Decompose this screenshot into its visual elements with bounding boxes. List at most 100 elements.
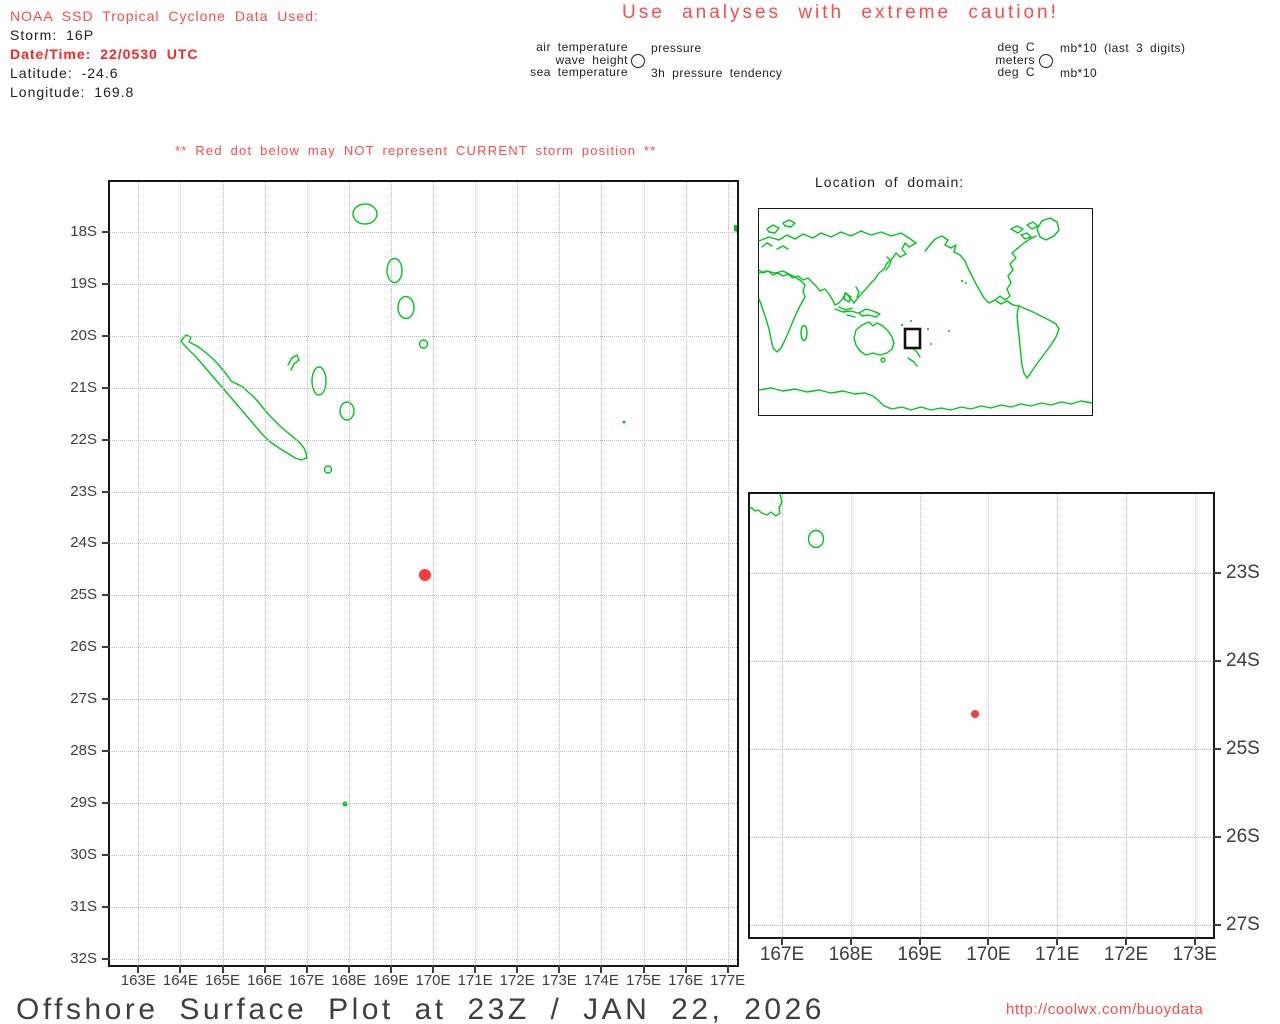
x-axis-tick-label: 170E: [415, 972, 451, 989]
latitude-gridline: [110, 543, 737, 544]
new-zealand-coastline: [908, 348, 920, 366]
latitude-gridline: [750, 661, 1213, 662]
latitude-gridline: [110, 855, 737, 856]
x-axis-tick-label: 171E: [457, 972, 493, 989]
source-url-link[interactable]: http://coolwx.com/buoydata: [1006, 1001, 1203, 1018]
ile-des-pins-island: [325, 466, 332, 473]
zoom-inset-map: 167E168E169E170E171E172E173E23S24S25S26S…: [748, 492, 1215, 939]
longitude-gridline: [782, 494, 783, 937]
caution-headline: Use analyses with extreme caution!: [622, 2, 1059, 24]
y-axis-tick: [1213, 572, 1221, 574]
latitude-gridline: [110, 803, 737, 804]
asia-south-coastline: [759, 270, 854, 305]
y-axis-tick: [102, 439, 110, 441]
y-axis-tick-label: 18S: [70, 223, 97, 240]
loyalty-island-ouvea: [288, 355, 299, 370]
eurasia-north-coastline: [759, 231, 916, 243]
x-axis-tick-label: 170E: [962, 944, 1014, 966]
x-axis-tick-label: 167E: [756, 944, 808, 966]
offshore-surface-plot-screen: NOAA SSD Tropical Cyclone Data Used: Sto…: [0, 0, 1280, 1024]
y-axis-tick-label: 26S: [70, 638, 97, 655]
y-axis-tick: [102, 906, 110, 908]
y-axis-tick: [1213, 660, 1221, 662]
units-mb10: mb*10: [1060, 66, 1097, 80]
loyalty-island-lifou: [312, 367, 326, 395]
latitude-gridline: [750, 573, 1213, 574]
new-caledonia-coastline: [181, 335, 307, 460]
x-axis-tick-label: 173E: [1169, 944, 1221, 966]
x-axis-tick-label: 172E: [1100, 944, 1152, 966]
new-caledonia-tip-coastline: [750, 494, 782, 516]
main-map: 163E164E165E166E167E168E169E170E171E172E…: [108, 180, 739, 967]
longitude-gridline: [138, 182, 139, 965]
y-axis-tick: [102, 387, 110, 389]
x-axis-tick-label: 163E: [120, 972, 156, 989]
zoom-inset-coastlines-svg: [750, 494, 1213, 937]
greenland-coastline: [1037, 218, 1059, 240]
y-axis-tick-label: 27S: [70, 690, 97, 707]
longitude-gridline: [349, 182, 350, 965]
y-axis-tick: [102, 231, 110, 233]
x-axis-tick-label: 173E: [541, 972, 577, 989]
y-axis-tick-label: 31S: [70, 898, 97, 915]
latitude-gridline: [110, 388, 737, 389]
x-axis-tick-label: 169E: [894, 944, 946, 966]
latitude-gridline: [110, 440, 737, 441]
longitude-gridline: [601, 182, 602, 965]
storm-info-block: NOAA SSD Tropical Cyclone Data Used: Sto…: [10, 7, 319, 102]
central-america-coastline: [995, 300, 1019, 306]
units-deg-c-bottom: deg C: [905, 66, 1035, 79]
y-axis-tick-label: 26S: [1226, 826, 1260, 848]
latitude-gridline: [110, 232, 737, 233]
x-axis-tick-label: 169E: [373, 972, 409, 989]
y-axis-tick: [102, 542, 110, 544]
latitude-gridline: [750, 749, 1213, 750]
africa-coastline: [759, 271, 805, 352]
longitude-gridline: [920, 494, 921, 937]
south-america-coastline: [1017, 306, 1059, 378]
longitude-gridline: [307, 182, 308, 965]
units-mb10-digits: mb*10 (last 3 digits): [1060, 41, 1186, 55]
units-deg-c-top: deg C: [905, 41, 1035, 54]
storm-position-warning: ** Red dot below may NOT represent CURRE…: [175, 143, 657, 158]
latitude-gridline: [110, 492, 737, 493]
y-axis-tick-label: 25S: [70, 586, 97, 603]
station-legend-left-column: air temperature wave height sea temperat…: [448, 41, 628, 79]
australia-coastline: [854, 322, 894, 355]
y-axis-tick-label: 25S: [1226, 738, 1260, 760]
station-plot-circle-icon: [631, 54, 645, 68]
loyalty-island-mare: [340, 402, 354, 420]
x-axis-tick-label: 168E: [331, 972, 367, 989]
y-axis-tick-label: 24S: [70, 534, 97, 551]
small-island: [420, 340, 428, 348]
y-axis-tick-label: 23S: [70, 483, 97, 500]
latitude-gridline: [750, 925, 1213, 926]
legend-air-temperature: air temperature: [448, 41, 628, 54]
antarctica-coastline: [759, 388, 1092, 410]
new-guinea-coastline: [859, 309, 880, 317]
info-datetime: Date/Time: 22/0530 UTC: [10, 45, 319, 64]
info-latitude: Latitude: -24.6: [10, 64, 319, 83]
latitude-gridline: [110, 699, 737, 700]
legend-pressure: pressure: [651, 41, 702, 55]
info-source-line: NOAA SSD Tropical Cyclone Data Used:: [10, 7, 319, 26]
madagascar-coastline: [801, 326, 807, 341]
y-axis-tick-label: 20S: [70, 327, 97, 344]
y-axis-tick-label: 29S: [70, 794, 97, 811]
longitude-gridline: [475, 182, 476, 965]
world-map-svg: [759, 209, 1092, 415]
longitude-gridline: [265, 182, 266, 965]
x-axis-tick-label: 175E: [626, 972, 662, 989]
y-axis-tick: [1213, 836, 1221, 838]
x-axis-tick-label: 177E: [710, 972, 746, 989]
y-axis-tick-label: 21S: [70, 379, 97, 396]
longitude-gridline: [223, 182, 224, 965]
scandinavia-coastline: [767, 225, 779, 233]
y-axis-tick: [102, 594, 110, 596]
units-plot-circle-icon: [1039, 54, 1053, 68]
philippines-coastline: [856, 287, 859, 297]
longitude-gridline: [1057, 494, 1058, 937]
y-axis-tick-label: 19S: [70, 275, 97, 292]
world-inset-title: Location of domain:: [815, 174, 964, 190]
x-axis-tick-label: 165E: [205, 972, 241, 989]
